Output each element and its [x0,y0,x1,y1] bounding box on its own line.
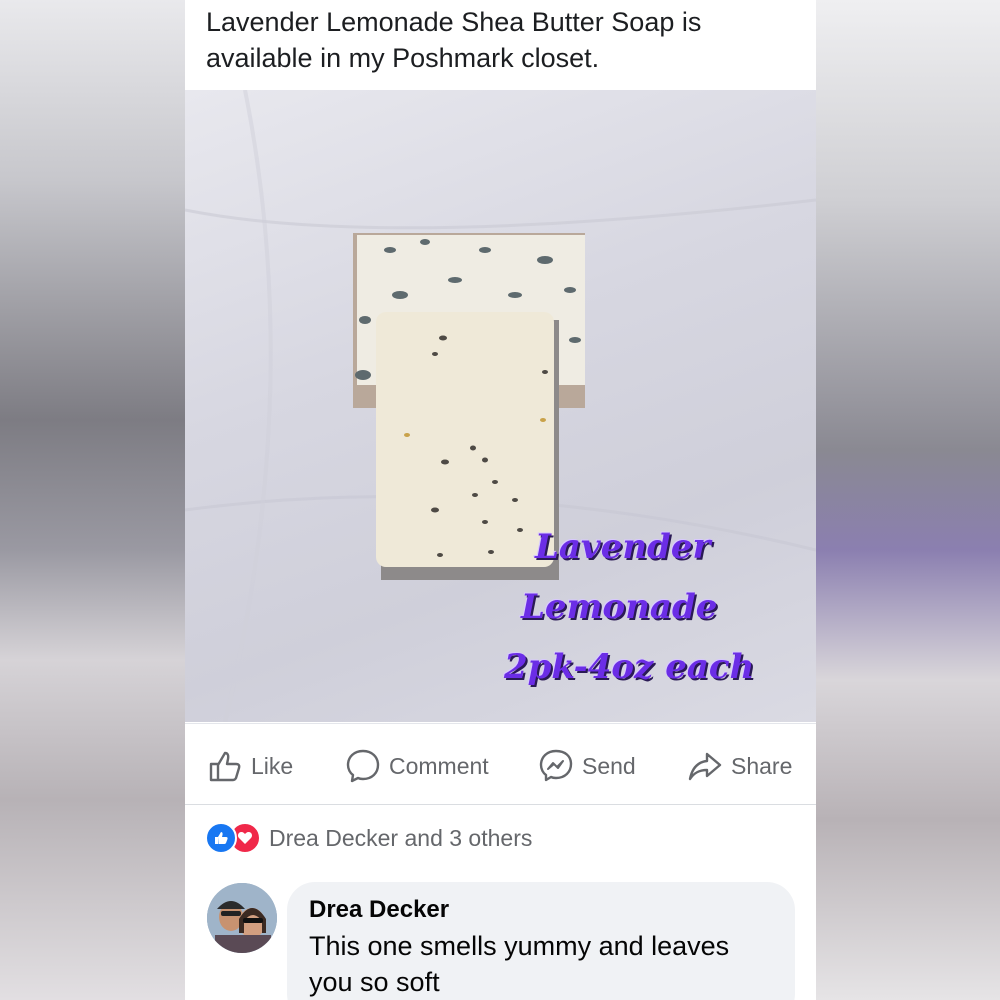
share-arrow-icon [688,752,722,781]
comment-text: This one smells yummy and leaves you so … [309,931,730,997]
comment-icon [346,749,380,783]
post-text: Lavender Lemonade Shea Butter Soap is av… [206,7,702,73]
overlay-line-2: Lemonade [521,587,718,627]
post-photo[interactable]: Lavender Lemonade 2pk-4oz each [185,90,816,722]
reaction-summary[interactable]: Drea Decker and 3 others [205,822,532,854]
overlay-line-3: 2pk-4oz each [504,647,755,687]
facebook-post: Lavender Lemonade Shea Butter Soap is av… [185,0,816,1000]
background-right [816,0,1000,1000]
thumbs-up-icon [209,751,241,782]
avatar[interactable] [207,883,277,953]
comment-bubble: Drea Decker This one smells yummy and le… [287,882,795,1000]
profile-photo [207,883,277,953]
soap-image [185,90,816,722]
send-label: Send [582,752,636,779]
send-button[interactable]: Send [538,748,636,784]
like-reaction-icon [205,822,237,854]
like-label: Like [251,752,294,779]
comment-label: Comment [389,752,489,779]
front-soap-bar [376,312,559,580]
action-bar: Like Comment Send Share [185,723,816,805]
comment-button[interactable]: Comment [345,748,489,784]
comment-author[interactable]: Drea Decker [309,896,449,924]
reactions-text: Drea Decker and 3 others [269,824,533,851]
messenger-icon [539,749,573,782]
like-button[interactable]: Like [207,748,293,784]
share-label: Share [731,752,793,779]
share-button[interactable]: Share [687,748,792,784]
overlay-line-1: Lavender [535,527,711,567]
